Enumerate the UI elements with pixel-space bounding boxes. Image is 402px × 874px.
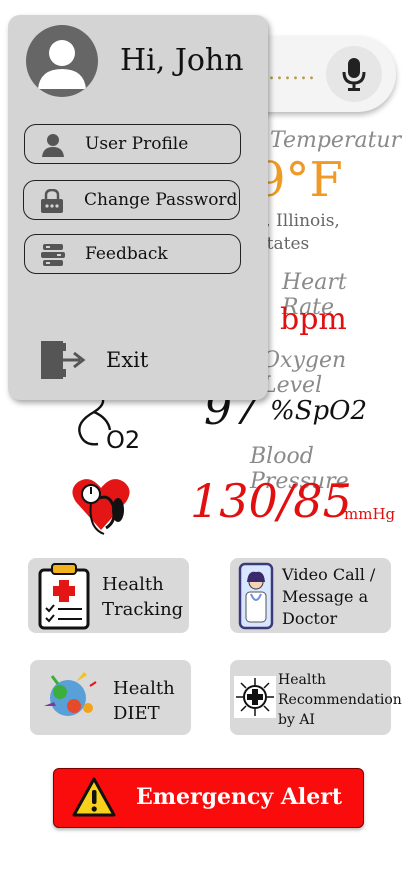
lock-icon [41, 189, 63, 213]
health-diet-line-2: DIET [113, 703, 160, 724]
health-tracking-card[interactable]: Health Tracking [28, 558, 189, 633]
search-placeholder: ...... [268, 60, 316, 85]
user-icon [42, 134, 64, 157]
heart-rate-unit: bpm [280, 302, 347, 337]
oxygen-label: Oxygen Level [262, 348, 347, 398]
video-call-line-2: Message a [282, 587, 369, 606]
avatar[interactable] [26, 25, 98, 97]
side-drawer: Hi, John User Profile Change Password Fe… [8, 15, 268, 400]
exit-label: Exit [106, 348, 149, 372]
health-diet-line-1: Health [113, 678, 175, 699]
menu-item-user-profile[interactable]: User Profile [24, 124, 241, 164]
health-diet-card[interactable]: Health DIET [30, 660, 191, 735]
temperature-value: 9°F [255, 152, 343, 208]
exit-button[interactable]: Exit [40, 340, 200, 384]
menu-item-feedback[interactable]: Feedback [24, 234, 241, 274]
emergency-alert-label: Emergency Alert [136, 784, 343, 810]
video-call-line-3: Doctor [282, 609, 338, 628]
health-tracking-label: Health Tracking [102, 572, 183, 622]
ai-recommendation-line-1: Health [278, 672, 326, 688]
mic-button[interactable] [326, 46, 382, 102]
user-avatar-icon [38, 40, 86, 89]
ai-medical-chip-icon [234, 676, 276, 718]
oxygen-icon-text: O2 [106, 426, 140, 454]
oxygen-unit: %SpO2 [270, 396, 368, 426]
blood-pressure-value: 130/85 [190, 474, 352, 528]
clipboard-checklist-icon [38, 563, 90, 630]
health-tracking-line-2: Tracking [102, 599, 184, 620]
ai-recommendation-card[interactable]: Health Recommendation by AI [230, 660, 402, 735]
ai-recommendation-label: Health Recommendation by AI [278, 670, 402, 730]
doctor-phone-icon [238, 562, 274, 630]
menu-item-label: Feedback [85, 244, 168, 264]
blood-pressure-heart-icon [72, 479, 130, 535]
temperature-label: Temperature [270, 128, 402, 153]
video-call-line-1: Video Call / [282, 565, 376, 584]
menu-item-change-password[interactable]: Change Password [23, 180, 240, 220]
blood-pressure-unit: mmHg [344, 505, 396, 523]
ai-recommendation-line-3: by AI [278, 712, 315, 728]
menu-item-label: User Profile [85, 134, 189, 154]
feedback-icon [41, 244, 65, 266]
exit-icon [41, 341, 86, 379]
microphone-icon [342, 58, 366, 91]
ai-recommendation-line-2: Recommendation [278, 692, 402, 708]
health-tracking-line-1: Health [102, 574, 164, 595]
health-diet-label: Health DIET [113, 676, 175, 726]
video-call-card[interactable]: Video Call / Message a Doctor [230, 558, 391, 633]
warning-icon [72, 777, 116, 817]
diet-icon [44, 672, 97, 716]
menu-item-label: Change Password [84, 190, 238, 210]
greeting-title: Hi, John [120, 43, 244, 78]
emergency-alert-button[interactable]: Emergency Alert [53, 768, 364, 828]
video-call-label: Video Call / Message a Doctor [282, 564, 375, 630]
